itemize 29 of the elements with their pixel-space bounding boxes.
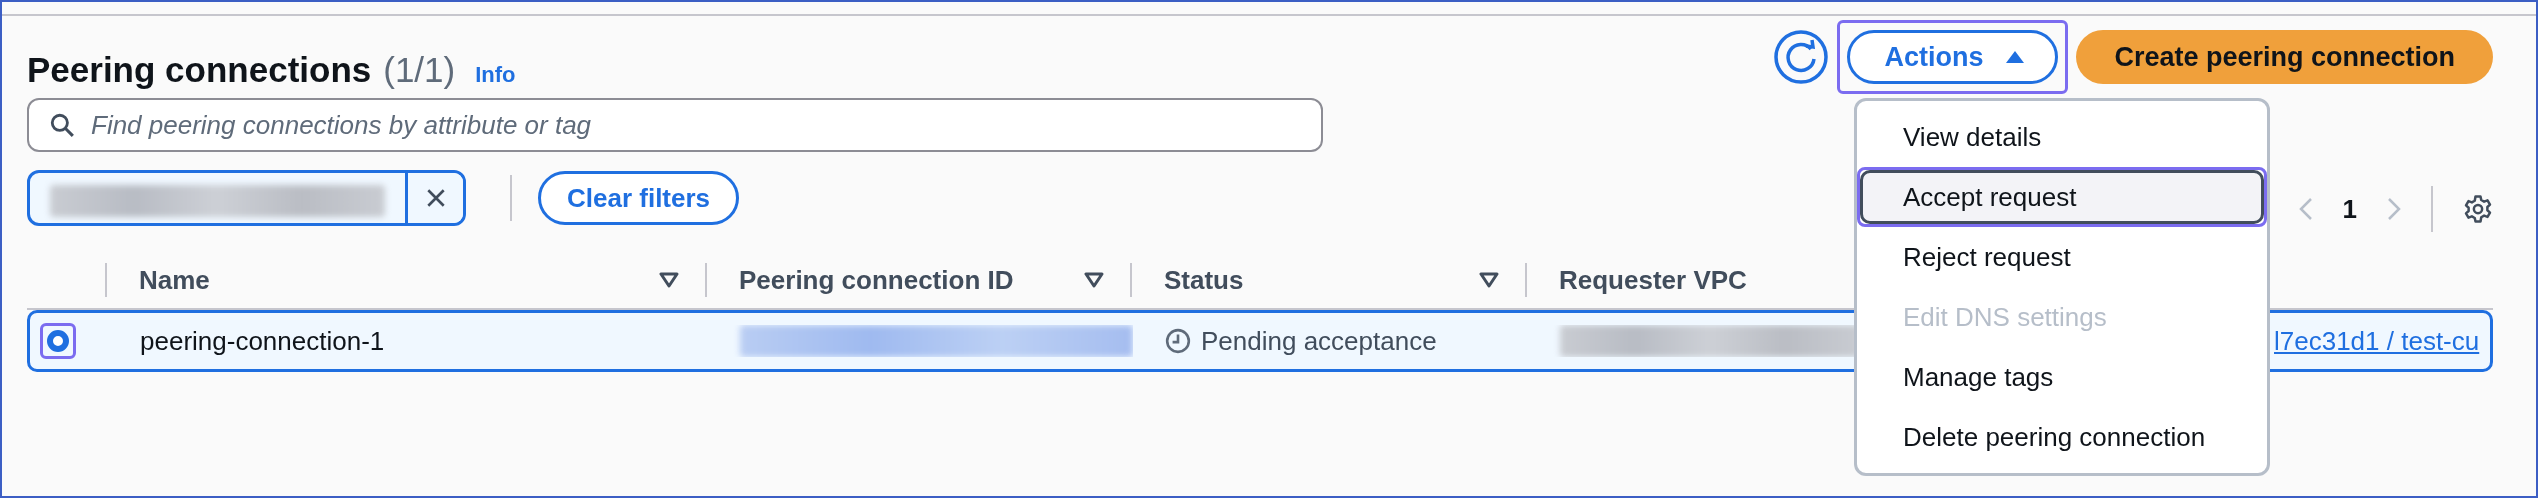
vpc-link[interactable]: l7ec31d1 / test-cu xyxy=(2274,325,2480,357)
settings-icon[interactable] xyxy=(2463,194,2493,224)
search-field[interactable]: Find peering connections by attribute or tag xyxy=(27,98,1323,152)
menu-item[interactable]: Accept request xyxy=(1860,170,2264,224)
page-title: Peering connections xyxy=(27,50,372,90)
column-header[interactable]: Peering connection ID xyxy=(739,264,1014,296)
info-link[interactable]: Info xyxy=(475,62,516,88)
menu-item[interactable]: Delete peering connection xyxy=(1860,410,2264,464)
menu-item[interactable]: View details xyxy=(1860,110,2264,164)
close-button[interactable] xyxy=(405,173,463,223)
sort-icon[interactable] xyxy=(1479,272,1499,288)
item-count: (1/1) xyxy=(383,50,456,90)
clock-icon xyxy=(1165,328,1191,354)
clear-filters-button[interactable]: Clear filters xyxy=(538,171,740,225)
status-text: Pending acceptance xyxy=(1201,325,1437,357)
caret-icon xyxy=(2005,50,2026,64)
create-button[interactable]: Create peering connection xyxy=(2076,30,2493,84)
radio-button[interactable] xyxy=(40,323,76,359)
refresh-icon[interactable] xyxy=(1773,29,1830,85)
column-header[interactable]: Requester VPC xyxy=(1559,264,1747,296)
table-cell: peering-connection-1 xyxy=(140,325,385,357)
column-header[interactable]: Name xyxy=(139,264,210,296)
page-number[interactable]: 1 xyxy=(2342,193,2357,225)
actions-button[interactable]: Actions xyxy=(1847,30,2059,84)
menu-item[interactable]: Reject request xyxy=(1860,230,2264,284)
sort-icon[interactable] xyxy=(1084,272,1104,288)
sort-icon[interactable] xyxy=(659,272,679,288)
column-header[interactable]: Status xyxy=(1164,264,1244,296)
search-icon xyxy=(49,112,75,138)
